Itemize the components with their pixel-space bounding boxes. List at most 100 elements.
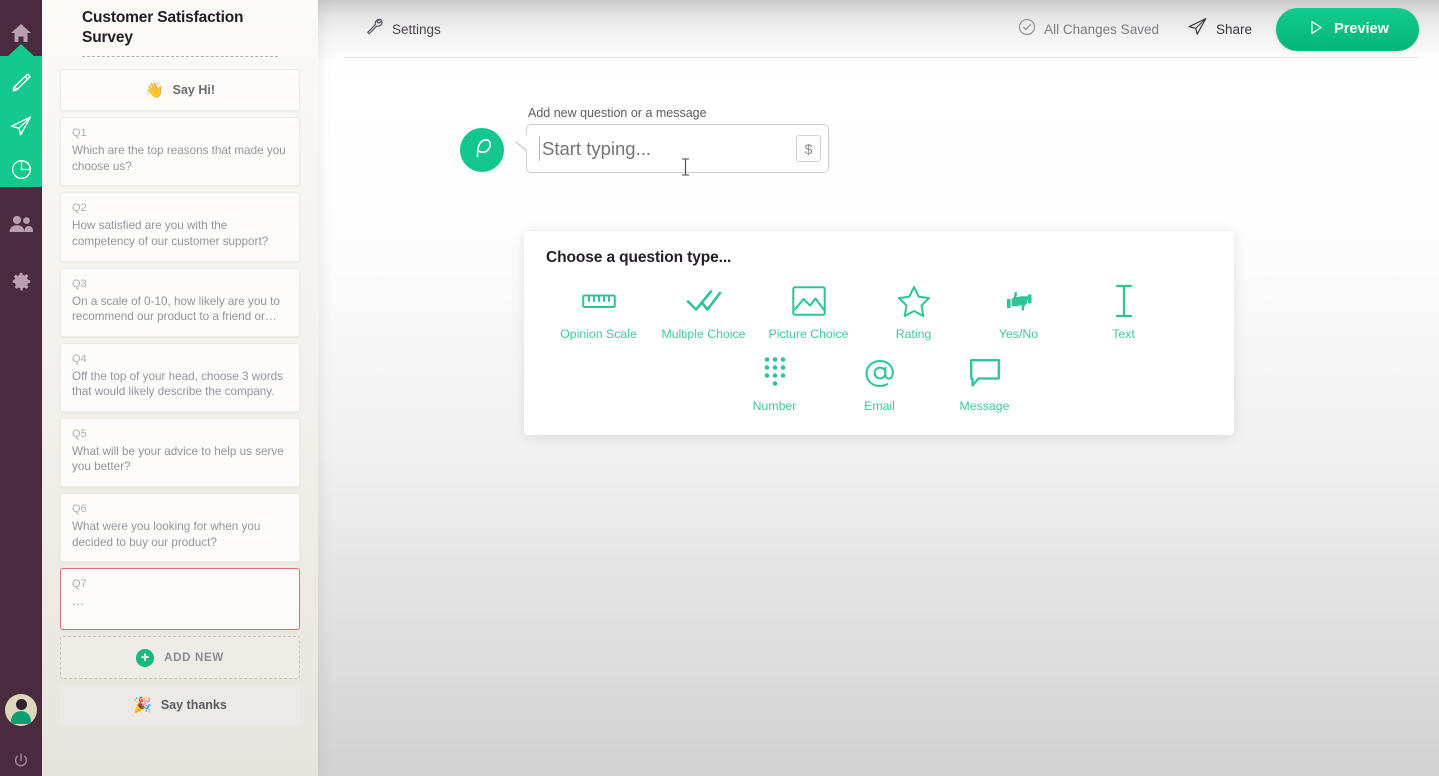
bot-avatar <box>460 128 504 172</box>
question-type-label: Email <box>864 399 895 413</box>
question-panel: Customer Satisfaction Survey 👋 Say Hi! Q… <box>42 0 318 776</box>
question-number: Q3 <box>72 277 87 290</box>
avatar-head <box>16 699 27 710</box>
question-text: ... <box>72 595 85 609</box>
question-number: Q2 <box>72 202 87 215</box>
question-type-label: Rating <box>895 327 932 341</box>
question-type-message[interactable]: Message <box>932 353 1037 413</box>
settings-button[interactable]: Settings <box>364 16 441 42</box>
composer-input[interactable] <box>542 137 796 160</box>
welcome-label: Say Hi! <box>172 83 216 98</box>
text-cursor-icon <box>1112 281 1136 321</box>
wave-icon: 👋 <box>144 81 164 99</box>
question-type-number[interactable]: Number <box>722 353 827 413</box>
question-number: Q5 <box>72 427 87 440</box>
rail-item-logout[interactable] <box>0 740 42 776</box>
question-type-title: Choose a question type... <box>546 249 732 266</box>
rail-item-build[interactable] <box>0 62 42 104</box>
left-icon-rail <box>0 0 42 776</box>
question-type-label: Opinion Scale <box>560 327 637 341</box>
question-type-label: Message <box>959 399 1010 413</box>
speech-bubble-tail <box>516 134 528 151</box>
preview-button[interactable]: Preview <box>1276 7 1419 51</box>
power-icon <box>12 752 30 770</box>
toolbar-actions: All Changes Saved Share Preview <box>1018 7 1439 51</box>
composer-input-shell[interactable]: $ <box>516 124 829 173</box>
question-text: Which are the top reasons that made you … <box>72 144 286 173</box>
dialpad-icon <box>762 353 788 393</box>
question-card-q3[interactable]: Q3 On a scale of 0-10, how likely are yo… <box>60 267 300 337</box>
question-text: What were you looking for when you decid… <box>72 519 261 549</box>
rail-item-contacts[interactable] <box>0 203 42 245</box>
question-number: Q6 <box>72 502 87 515</box>
speech-bubble-icon <box>969 353 1001 393</box>
question-type-multiple-choice[interactable]: Multiple Choice <box>651 281 756 341</box>
rail-item-home[interactable] <box>0 12 42 54</box>
say-thanks-card[interactable]: 🎉 Say thanks <box>60 685 300 726</box>
pie-chart-icon <box>10 158 33 181</box>
avatar[interactable] <box>5 694 37 726</box>
question-card-q2[interactable]: Q2 How satisfied are you with the compet… <box>60 192 300 262</box>
check-circle-icon <box>1018 18 1036 41</box>
plus-icon: + <box>136 648 155 667</box>
title-divider <box>82 56 278 58</box>
brand-logo-icon <box>469 135 495 166</box>
question-number: Q7 <box>72 578 87 591</box>
settings-label: Settings <box>392 21 441 37</box>
question-type-email[interactable]: Email <box>827 353 932 413</box>
question-number: Q4 <box>72 352 87 365</box>
question-type-yes-no[interactable]: Yes/No <box>966 281 1071 341</box>
thumbs-updown-icon <box>1004 281 1034 321</box>
page-title: Customer Satisfaction Survey <box>82 9 244 46</box>
question-type-opinion-scale[interactable]: Opinion Scale <box>546 281 651 341</box>
people-icon <box>8 215 34 233</box>
home-icon <box>10 23 32 43</box>
welcome-card[interactable]: 👋 Say Hi! <box>60 69 300 112</box>
top-toolbar: Settings All Changes Saved Share Preview <box>318 0 1439 58</box>
rail-item-share[interactable] <box>0 105 42 147</box>
question-card-q7[interactable]: Q7 ... <box>60 568 300 631</box>
pencil-icon <box>9 71 33 95</box>
question-type-picture-choice[interactable]: Picture Choice <box>756 281 861 341</box>
question-type-label: Yes/No <box>998 327 1039 341</box>
composer-label: Add new question or a message <box>528 106 707 120</box>
question-text: What will be your advice to help us serv… <box>72 444 284 474</box>
app-root: Customer Satisfaction Survey 👋 Say Hi! Q… <box>0 0 1439 776</box>
question-text: Off the top of your head, choose 3 words… <box>72 369 283 399</box>
all-changes-saved-status: All Changes Saved <box>1018 18 1159 41</box>
preview-label: Preview <box>1334 21 1389 37</box>
question-card-q1[interactable]: Q1 Which are the top reasons that made y… <box>60 117 300 187</box>
avatar-body <box>11 711 31 724</box>
share-label: Share <box>1215 21 1252 37</box>
question-type-rating[interactable]: Rating <box>861 281 966 341</box>
add-new-label: ADD NEW <box>164 651 224 664</box>
question-number: Q1 <box>72 127 87 140</box>
say-thanks-label: Say thanks <box>160 698 227 713</box>
question-card-q4[interactable]: Q4 Off the top of your head, choose 3 wo… <box>60 342 300 412</box>
question-type-label: Multiple Choice <box>661 327 746 341</box>
rail-item-results[interactable] <box>0 148 42 190</box>
question-type-row-1: Opinion Scale Multiple Choice Picture Ch… <box>546 281 1212 341</box>
question-type-text[interactable]: Text <box>1071 281 1176 341</box>
play-icon <box>1306 18 1325 41</box>
ruler-icon <box>581 281 616 321</box>
question-text: On a scale of 0-10, how likely are you t… <box>72 294 280 324</box>
question-card-q6[interactable]: Q6 What were you looking for when you de… <box>60 492 300 563</box>
question-type-label: Number <box>752 399 797 413</box>
question-card-q5[interactable]: Q5 What will be your advice to help us s… <box>60 417 300 487</box>
question-type-label: Text <box>1112 327 1135 341</box>
question-type-row-2: Number Email Message <box>546 353 1212 413</box>
double-check-icon <box>686 281 722 321</box>
composer-column: Add new question or a message $ <box>516 106 829 176</box>
paper-plane-icon <box>9 114 33 138</box>
saved-label: All Changes Saved <box>1044 21 1159 37</box>
share-button[interactable]: Share <box>1187 16 1252 42</box>
party-popper-icon: 🎉 <box>133 697 152 715</box>
add-new-button[interactable]: + ADD NEW <box>60 636 300 680</box>
paper-plane-icon <box>1187 16 1208 42</box>
question-list: 👋 Say Hi! Q1 Which are the top reasons t… <box>60 69 300 726</box>
toolbar-divider <box>344 57 1419 58</box>
rail-item-settings[interactable] <box>0 260 42 302</box>
at-sign-icon <box>864 353 896 393</box>
variable-button[interactable]: $ <box>796 135 821 162</box>
